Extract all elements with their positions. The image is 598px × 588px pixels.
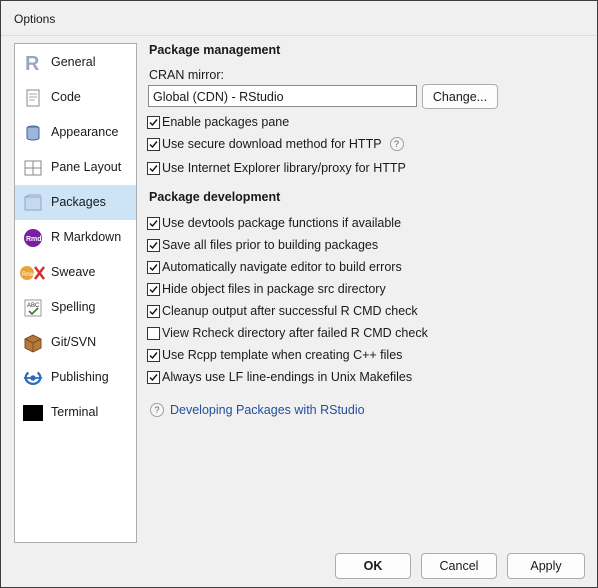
package-development-heading: Package development <box>149 190 281 204</box>
sidebar-item-label: Sweave <box>51 265 96 279</box>
cran-mirror-field[interactable]: Global (CDN) - RStudio <box>148 85 417 107</box>
svg-text:Rmd: Rmd <box>26 236 42 243</box>
sidebar-item-label: Pane Layout <box>51 160 122 174</box>
sidebar-item-appearance[interactable]: Appearance <box>15 115 136 150</box>
sidebar-item-publishing[interactable]: Publishing <box>15 360 136 395</box>
sweave-icon: Rnw <box>20 263 46 283</box>
sidebar-item-r-markdown[interactable]: Rmd R Markdown <box>15 220 136 255</box>
sidebar-item-sweave[interactable]: Rnw Sweave <box>15 255 136 290</box>
checkbox[interactable] <box>147 161 160 175</box>
publishing-icon <box>23 368 43 388</box>
packages-icon <box>23 193 43 213</box>
option-label: Use secure download method for HTTP <box>162 137 382 151</box>
cran-mirror-label: CRAN mirror: <box>149 68 224 82</box>
checkbox[interactable] <box>147 260 160 274</box>
sidebar-item-git-svn[interactable]: Git/SVN <box>15 325 136 360</box>
package-management-heading: Package management <box>149 43 281 57</box>
git-box-icon <box>23 333 43 353</box>
checkbox[interactable] <box>147 115 160 129</box>
sidebar-item-label: Code <box>51 90 81 104</box>
pane-layout-icon <box>23 158 43 178</box>
developing-packages-link[interactable]: Developing Packages with RStudio <box>170 403 365 417</box>
title-bar: Options <box>1 1 597 36</box>
terminal-icon <box>23 403 43 423</box>
option-label: View Rcheck directory after failed R CMD… <box>162 326 428 340</box>
r-logo-icon: R <box>23 53 43 73</box>
secure-download-option[interactable]: Use secure download method for HTTP ? <box>147 136 404 152</box>
sidebar-item-label: Spelling <box>51 300 96 314</box>
sidebar-item-label: Packages <box>51 195 106 209</box>
svg-text:R: R <box>25 53 40 73</box>
sidebar-item-label: General <box>51 55 96 69</box>
checkbox[interactable] <box>147 137 160 151</box>
help-icon: ? <box>150 403 164 417</box>
save-before-build-option[interactable]: Save all files prior to building package… <box>147 237 378 253</box>
developing-packages-help: ? Developing Packages with RStudio <box>150 403 365 417</box>
sidebar-item-pane-layout[interactable]: Pane Layout <box>15 150 136 185</box>
sidebar-item-terminal[interactable]: Terminal <box>15 395 136 430</box>
checkbox[interactable] <box>147 216 160 230</box>
checkbox[interactable] <box>147 348 160 362</box>
spelling-icon: ABC <box>23 298 43 318</box>
window-title: Options <box>14 12 56 26</box>
code-page-icon <box>23 88 43 108</box>
view-rcheck-option[interactable]: View Rcheck directory after failed R CMD… <box>147 325 428 341</box>
checkbox[interactable] <box>147 238 160 252</box>
sidebar-item-label: Terminal <box>51 405 99 419</box>
checkbox[interactable] <box>147 304 160 318</box>
cleanup-output-option[interactable]: Cleanup output after successful R CMD ch… <box>147 303 418 319</box>
sidebar-item-label: R Markdown <box>51 230 122 244</box>
option-label: Save all files prior to building package… <box>162 238 379 252</box>
sidebar-item-label: Git/SVN <box>51 335 97 349</box>
svg-text:Rnw: Rnw <box>22 272 35 278</box>
checkbox[interactable] <box>147 326 160 340</box>
rmd-icon: Rmd <box>23 228 43 248</box>
hide-object-files-option[interactable]: Hide object files in package src directo… <box>147 281 386 297</box>
sidebar-item-packages[interactable]: Packages <box>15 185 136 220</box>
checkbox[interactable] <box>147 370 160 384</box>
enable-packages-pane-option[interactable]: Enable packages pane <box>147 114 289 130</box>
apply-button[interactable]: Apply <box>507 553 585 579</box>
sidebar-item-label: Appearance <box>51 125 119 139</box>
options-dialog: Options R General Code Appearance Pane L <box>0 0 598 588</box>
option-label: Hide object files in package src directo… <box>162 282 386 296</box>
navigate-build-errors-option[interactable]: Automatically navigate editor to build e… <box>147 259 402 275</box>
paint-can-icon <box>23 123 43 143</box>
ie-proxy-option[interactable]: Use Internet Explorer library/proxy for … <box>147 160 406 176</box>
rcpp-template-option[interactable]: Use Rcpp template when creating C++ file… <box>147 347 402 363</box>
option-label: Automatically navigate editor to build e… <box>162 260 402 274</box>
devtools-option[interactable]: Use devtools package functions if availa… <box>147 215 401 231</box>
option-label: Use Internet Explorer library/proxy for … <box>162 161 406 175</box>
checkbox[interactable] <box>147 282 160 296</box>
sidebar-item-general[interactable]: R General <box>15 45 136 80</box>
sidebar-item-code[interactable]: Code <box>15 80 136 115</box>
option-label: Enable packages pane <box>162 115 290 129</box>
option-label: Cleanup output after successful R CMD ch… <box>162 304 418 318</box>
cancel-button[interactable]: Cancel <box>421 553 497 579</box>
change-mirror-button[interactable]: Change... <box>422 84 498 109</box>
sidebar-item-spelling[interactable]: ABC Spelling <box>15 290 136 325</box>
lf-line-endings-option[interactable]: Always use LF line-endings in Unix Makef… <box>147 369 412 385</box>
option-label: Use Rcpp template when creating C++ file… <box>162 348 403 362</box>
ok-button[interactable]: OK <box>335 553 411 579</box>
option-label: Always use LF line-endings in Unix Makef… <box>162 370 413 384</box>
help-icon[interactable]: ? <box>389 137 404 151</box>
option-label: Use devtools package functions if availa… <box>162 216 402 230</box>
options-sidebar: R General Code Appearance Pane Layout Pa… <box>14 43 137 543</box>
sidebar-item-label: Publishing <box>51 370 109 384</box>
